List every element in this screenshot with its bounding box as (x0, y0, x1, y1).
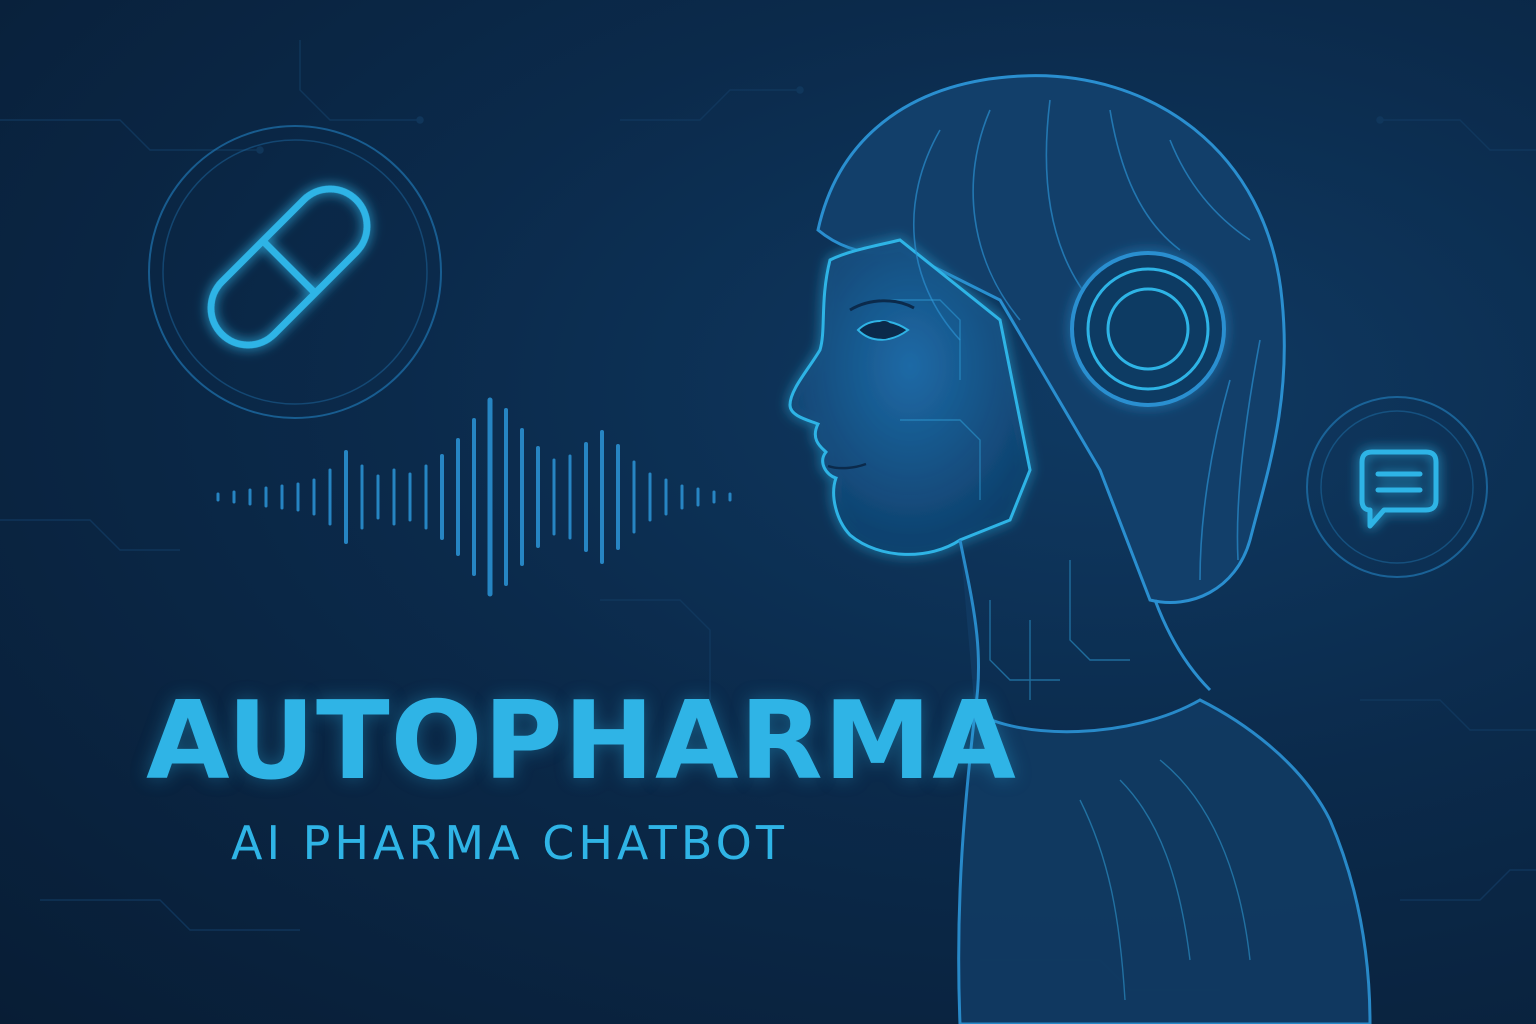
chat-badge (1306, 396, 1488, 578)
chat-bubble-icon (1359, 449, 1439, 529)
pill-badge (148, 125, 442, 419)
pill-icon (207, 185, 371, 349)
hero-banner: AUTOPHARMA AI PHARMA CHATBOT (0, 0, 1536, 1024)
background-artwork (0, 40, 1536, 1024)
ai-woman-profile (788, 74, 1372, 1024)
brand-subtitle: AI PHARMA CHATBOT (231, 816, 788, 870)
headset-ear-icon (1070, 251, 1226, 407)
sound-wave-icon (216, 397, 732, 597)
brand-title: AUTOPHARMA (146, 679, 1017, 804)
neck-shoulders (957, 539, 1372, 1024)
